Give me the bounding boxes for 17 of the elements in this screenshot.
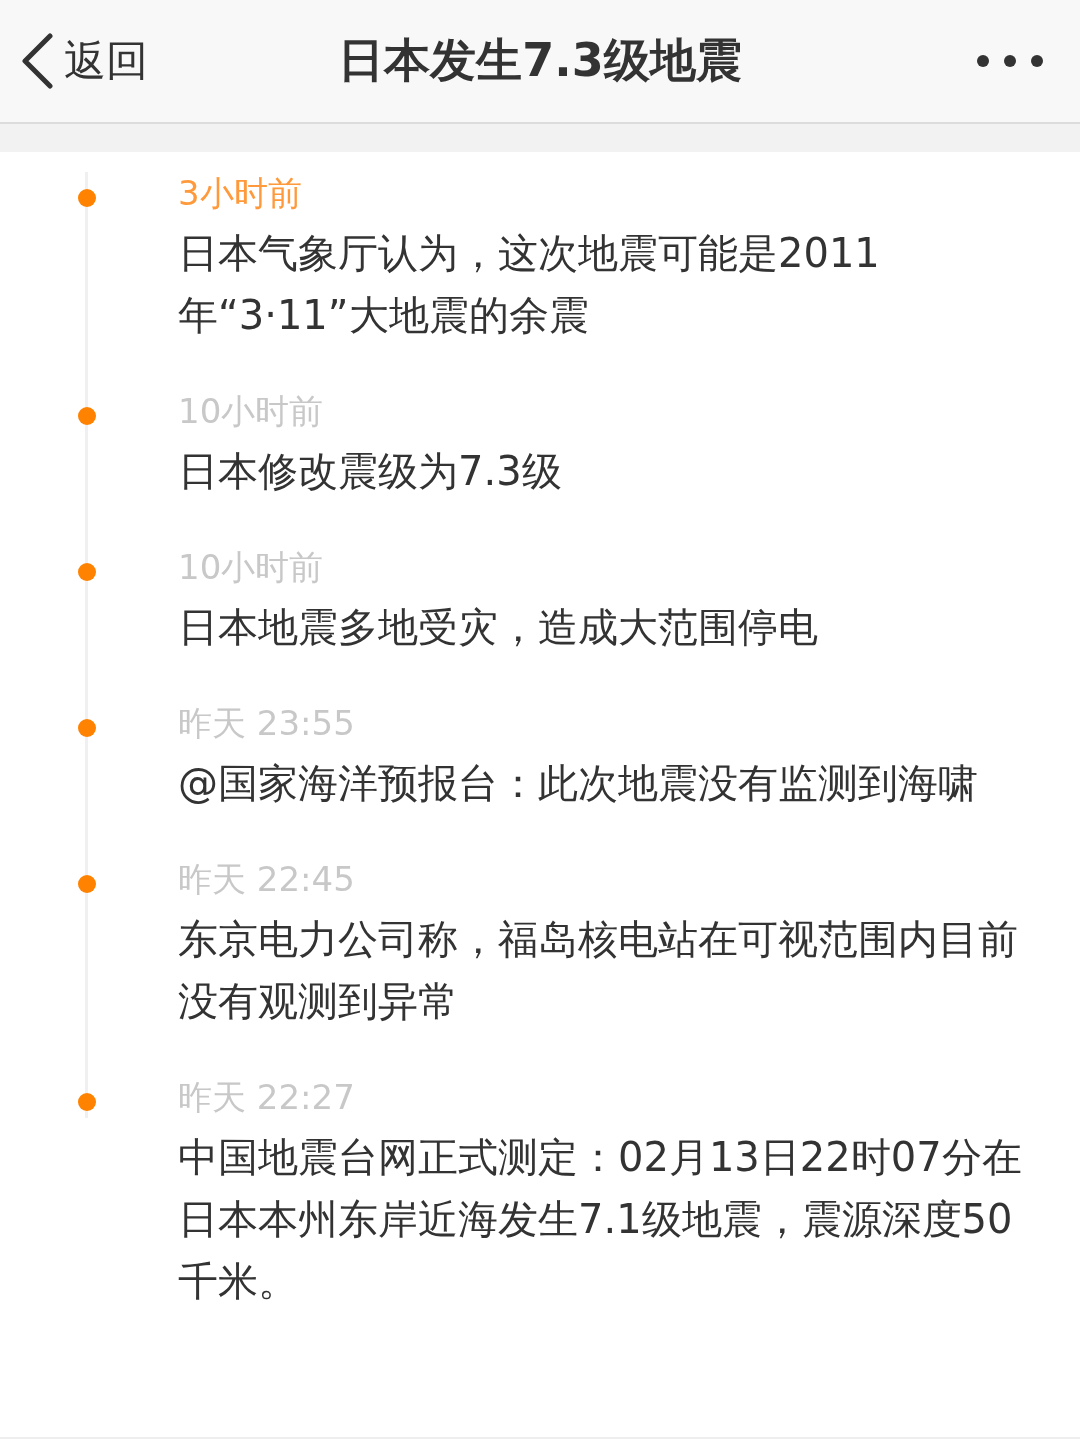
timeline-dot (78, 189, 96, 207)
news-text: @国家海洋预报台：此次地震没有监测到海啸 (178, 759, 979, 808)
news-text: 日本修改震级为7.3级 (178, 447, 563, 496)
timeline-dot (78, 1093, 96, 1111)
back-button[interactable]: 返回 (0, 33, 148, 89)
timeline-dot (78, 719, 96, 737)
news-text: 日本气象厅认为，这次地震可能是2011年“3·11”大地震的余震 (178, 229, 881, 340)
timeline-dot (78, 407, 96, 425)
timeline-dot (78, 875, 96, 893)
news-text: 中国地震台网正式测定：02月13日22时07分在日本本州东岸近海发生7.1级地震，震源深度50千米。 (178, 1133, 1023, 1306)
timestamp: 3小时前 (178, 172, 303, 215)
back-chevron-icon (20, 33, 54, 89)
page-title: 日本发生7.3级地震 (338, 32, 742, 89)
news-text: 东京电力公司称，福岛核电站在可视范围内目前没有观测到异常 (178, 915, 1019, 1026)
timeline-dot (78, 563, 96, 581)
news-text: 日本地震多地受灾，造成大范围停电 (178, 603, 819, 652)
more-icon[interactable] (976, 54, 1044, 68)
